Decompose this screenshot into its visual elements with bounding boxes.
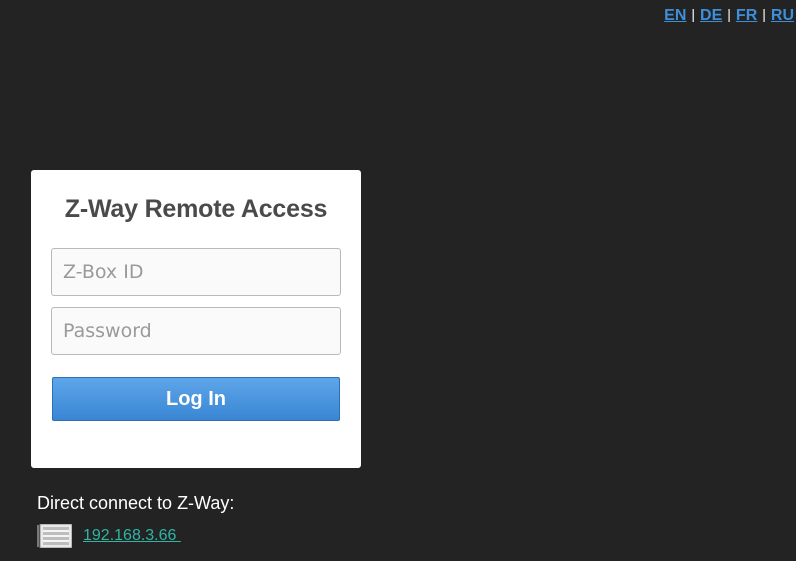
language-link-en[interactable]: EN [664,7,686,24]
login-panel: Z-Way Remote Access Log In [31,170,361,468]
language-separator: | [727,6,731,22]
language-link-ru[interactable]: RU [771,7,794,24]
password-input[interactable] [51,307,341,355]
login-button[interactable]: Log In [52,377,340,421]
language-separator: | [691,6,696,22]
server-icon [37,524,72,548]
login-title: Z-Way Remote Access [64,195,328,223]
server-link[interactable]: 192.168.3.66 [83,527,181,545]
language-separator: | [762,6,766,22]
language-switcher: EN | DE | FR | RU [664,6,794,25]
zbox-id-input[interactable] [51,248,341,296]
direct-connect-label: Direct connect to Z-Way: [37,493,235,513]
language-link-de[interactable]: DE [700,7,722,24]
server-list-item: 192.168.3.66 [37,524,181,548]
language-link-fr[interactable]: FR [736,7,757,24]
